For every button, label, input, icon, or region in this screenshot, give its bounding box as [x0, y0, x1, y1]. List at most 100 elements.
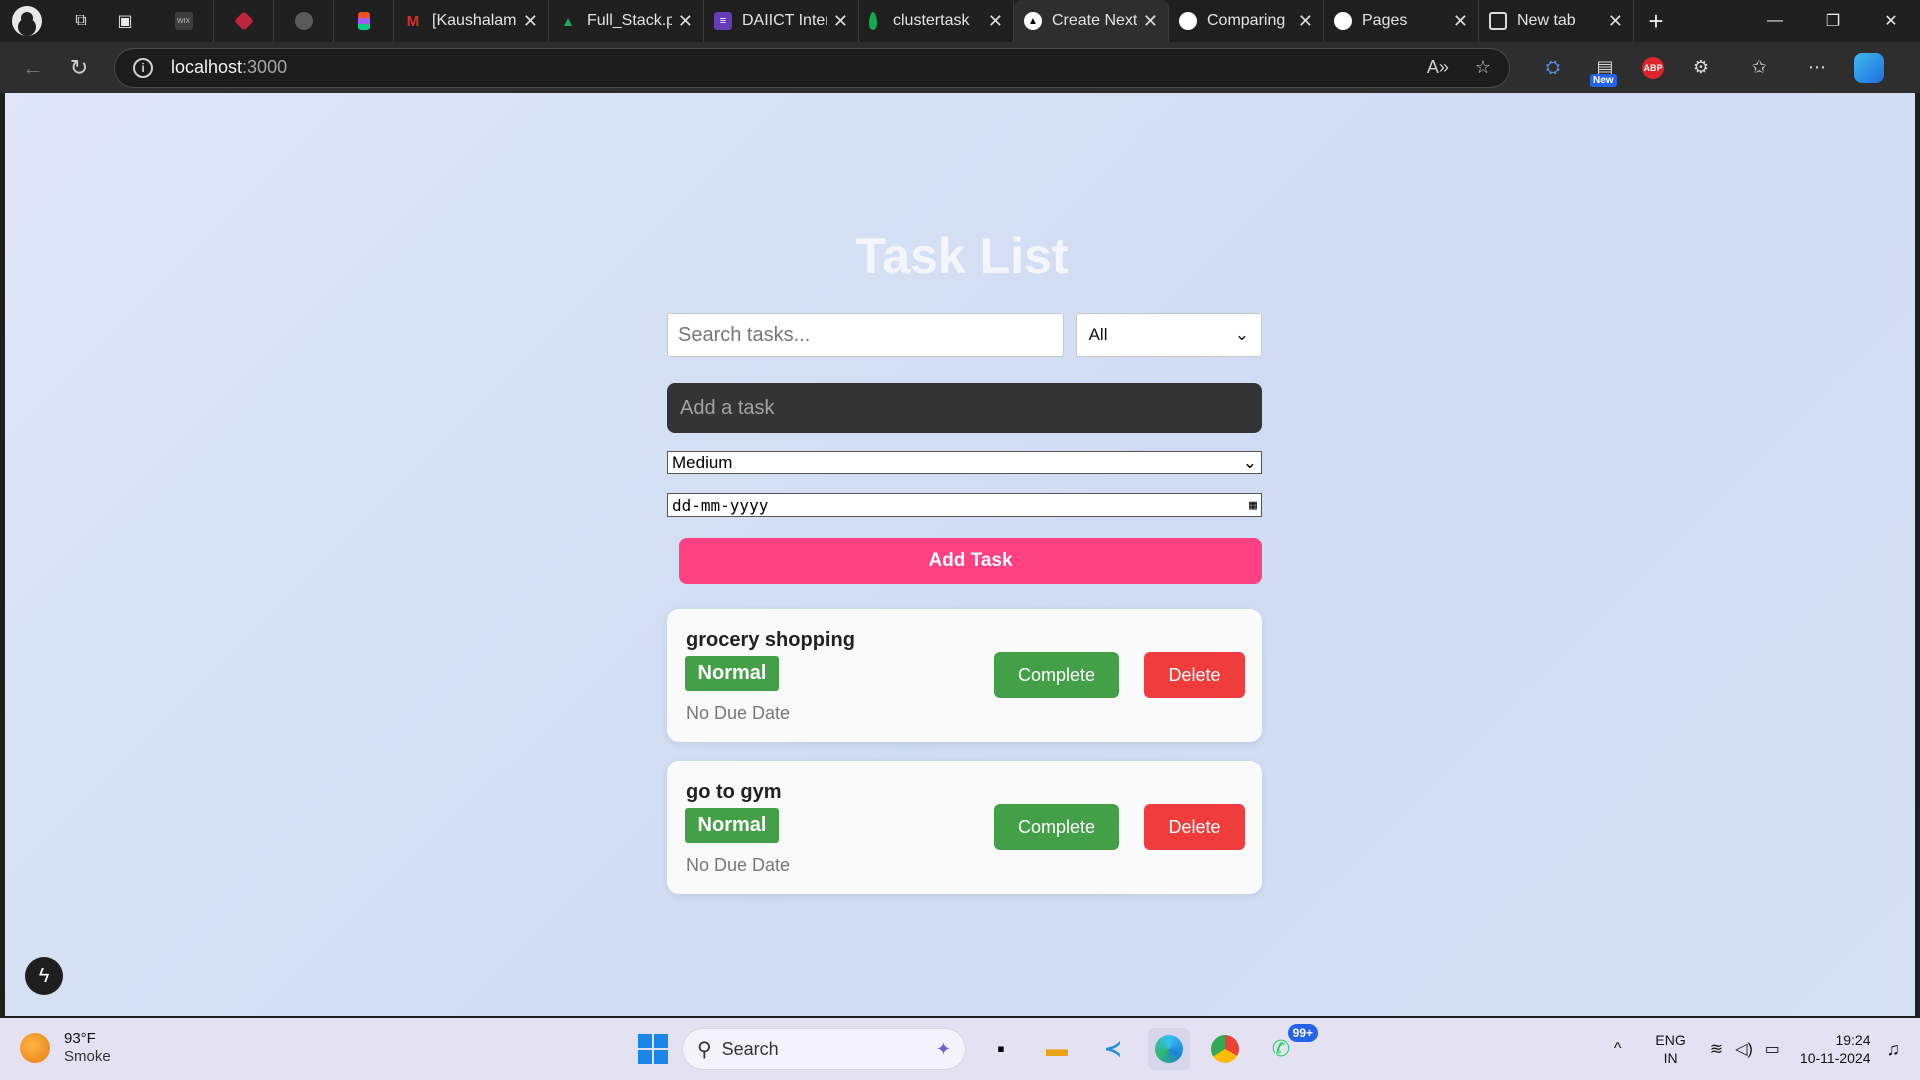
copilot-icon[interactable]	[1854, 52, 1884, 83]
volume-icon: ◁)	[1735, 1041, 1753, 1058]
filter-select[interactable]: All ⌄	[1075, 313, 1262, 357]
delete-button[interactable]: Delete	[1144, 804, 1245, 850]
whatsapp-icon[interactable]: ✆ 99+	[1260, 1024, 1318, 1070]
clock-date: 10-11-2024	[1799, 1050, 1871, 1066]
close-icon[interactable]: ✕	[833, 11, 848, 32]
github-icon	[1179, 12, 1197, 30]
notification-bell-icon[interactable]: ♫	[1887, 1039, 1901, 1060]
page-title: Task List	[855, 228, 1069, 284]
system-status-icons[interactable]: ≋ ◁) ▭	[1710, 1039, 1780, 1059]
address-bar-actions: A» ☆	[1427, 57, 1491, 78]
new-tab-icon	[1489, 12, 1507, 30]
refresh-icon[interactable]: ↻	[56, 48, 102, 88]
pinned-tab-wix[interactable]: WIX	[154, 0, 214, 42]
add-task-input[interactable]	[667, 383, 1262, 433]
task-title: grocery shopping	[686, 629, 855, 651]
tab-title: Comparing	[1207, 12, 1286, 29]
edge-browser-icon[interactable]	[1148, 1028, 1190, 1070]
close-icon[interactable]: ✕	[1608, 11, 1623, 32]
due-date-input[interactable]: dd-mm-yyyy ▦	[667, 493, 1262, 517]
search-input[interactable]	[667, 313, 1064, 357]
task-card: go to gym Normal No Due Date Complete De…	[667, 761, 1262, 894]
tab-pages[interactable]: Pages ✕	[1324, 0, 1479, 42]
more-options-icon[interactable]: ⋯	[1802, 53, 1832, 83]
tab-new-tab[interactable]: New tab ✕	[1479, 0, 1634, 42]
profile-avatar-icon[interactable]	[12, 6, 42, 36]
search-row: All ⌄	[667, 313, 1262, 357]
tab-daiict[interactable]: ≡ DAIICT Inter ✕	[704, 0, 859, 42]
task-due-date: No Due Date	[686, 703, 791, 723]
tab-title: Pages	[1362, 12, 1408, 29]
task-due-date: No Due Date	[686, 855, 791, 875]
priority-select[interactable]: Medium ⌄	[667, 451, 1262, 474]
tab-title: DAIICT Inter	[742, 12, 827, 29]
complete-button[interactable]: Complete	[994, 652, 1119, 698]
chevron-up-icon[interactable]: ^	[1614, 1040, 1622, 1058]
extension-new-icon[interactable]: ▤ New	[1590, 53, 1620, 87]
tab-clustertask[interactable]: clustertask ✕	[859, 0, 1014, 42]
close-icon[interactable]: ✕	[523, 11, 538, 32]
bug-icon	[294, 12, 313, 30]
wix-icon: WIX	[174, 12, 193, 30]
extension-icons: ⛭ ▤ New ABP ⚙ ✩ ⋯	[1538, 52, 1884, 87]
address-bar[interactable]: i localhost:3000 A» ☆	[114, 47, 1510, 88]
weather-desc: Smoke	[64, 1048, 111, 1065]
extensions-puzzle-icon[interactable]: ⚙	[1686, 53, 1716, 83]
favorite-star-icon[interactable]: ☆	[1475, 57, 1491, 78]
weather-widget[interactable]: 93°F Smoke	[20, 1030, 111, 1066]
google-drive-icon: ▲	[561, 13, 575, 29]
browser-toolbar: ← ↻ i localhost:3000 A» ☆ ⛭ ▤ New ABP ⚙ ✩…	[0, 42, 1920, 93]
workspaces-icon[interactable]: ⧉	[66, 6, 96, 36]
vscode-icon[interactable]: ≺	[1092, 1028, 1134, 1070]
add-task-button[interactable]: Add Task	[679, 538, 1262, 584]
minimize-icon[interactable]: —	[1746, 0, 1804, 42]
favorites-icon[interactable]: ✩	[1744, 53, 1774, 83]
priority-badge: Normal	[685, 656, 779, 691]
site-info-icon[interactable]: i	[133, 57, 153, 78]
pinned-tab-ruby[interactable]	[214, 0, 274, 42]
tab-title: Full_Stack.p	[587, 12, 672, 29]
tab-google-drive[interactable]: ▲ Full_Stack.p ✕	[549, 0, 704, 42]
windows-start-icon[interactable]	[638, 1034, 668, 1064]
chrome-icon[interactable]	[1204, 1028, 1246, 1070]
taskbar-search-label: Search	[721, 1038, 779, 1059]
task-card: grocery shopping Normal No Due Date Comp…	[667, 609, 1262, 742]
file-explorer-icon[interactable]: ▬	[1036, 1028, 1078, 1070]
pinned-tab-bug[interactable]	[274, 0, 334, 42]
close-icon[interactable]: ✕	[1453, 11, 1468, 32]
gmail-icon: M	[406, 12, 420, 30]
pinned-tab-figma[interactable]	[334, 0, 394, 42]
delete-button[interactable]: Delete	[1144, 652, 1245, 698]
read-aloud-icon[interactable]: A»	[1427, 57, 1449, 78]
taskbar-search[interactable]: ⚲ Search ✦	[682, 1028, 966, 1070]
web-viewport: Task List All ⌄ Medium ⌄ dd-mm-yyyy ▦ Ad…	[5, 93, 1915, 1016]
restore-icon[interactable]: ❐	[1804, 0, 1862, 42]
close-window-icon[interactable]: ✕	[1862, 0, 1920, 42]
extension-people-icon[interactable]: ⛭	[1538, 53, 1568, 83]
vertical-tabs-icon[interactable]: ▣	[110, 6, 140, 36]
adblock-plus-icon[interactable]: ABP	[1642, 56, 1664, 79]
ruby-icon	[233, 11, 254, 31]
next-dev-tools-lightning-icon[interactable]: ϟ	[25, 957, 63, 995]
priority-value: Medium	[672, 452, 733, 472]
close-icon[interactable]: ✕	[1298, 11, 1313, 32]
chevron-down-icon: ⌄	[1242, 452, 1257, 472]
close-icon[interactable]: ✕	[678, 11, 693, 32]
new-tab-button[interactable]: +	[1634, 0, 1678, 42]
clock[interactable]: 19:24 10-11-2024	[1800, 1031, 1871, 1067]
task-view-icon[interactable]: ▪	[980, 1028, 1022, 1070]
language-indicator[interactable]: ENG IN	[1655, 1031, 1685, 1067]
close-icon[interactable]: ✕	[1143, 11, 1158, 32]
tab-gmail[interactable]: M [Kaushalam ✕	[394, 0, 549, 42]
tab-comparing[interactable]: Comparing ✕	[1169, 0, 1324, 42]
filter-value: All	[1088, 325, 1108, 344]
language-code: ENG	[1655, 1032, 1686, 1048]
mongodb-leaf-icon	[869, 12, 877, 30]
calendar-icon[interactable]: ▦	[1249, 498, 1257, 513]
back-arrow-icon[interactable]: ←	[10, 48, 56, 88]
priority-badge: Normal	[685, 808, 779, 843]
browser-tab-strip: ⧉ ▣ WIX M [Kaushalam ✕ ▲ Full_Stack.p ✕ …	[0, 0, 1920, 42]
close-icon[interactable]: ✕	[988, 11, 1003, 32]
tab-create-next[interactable]: ▲ Create Next ✕	[1014, 0, 1169, 42]
complete-button[interactable]: Complete	[994, 804, 1119, 850]
